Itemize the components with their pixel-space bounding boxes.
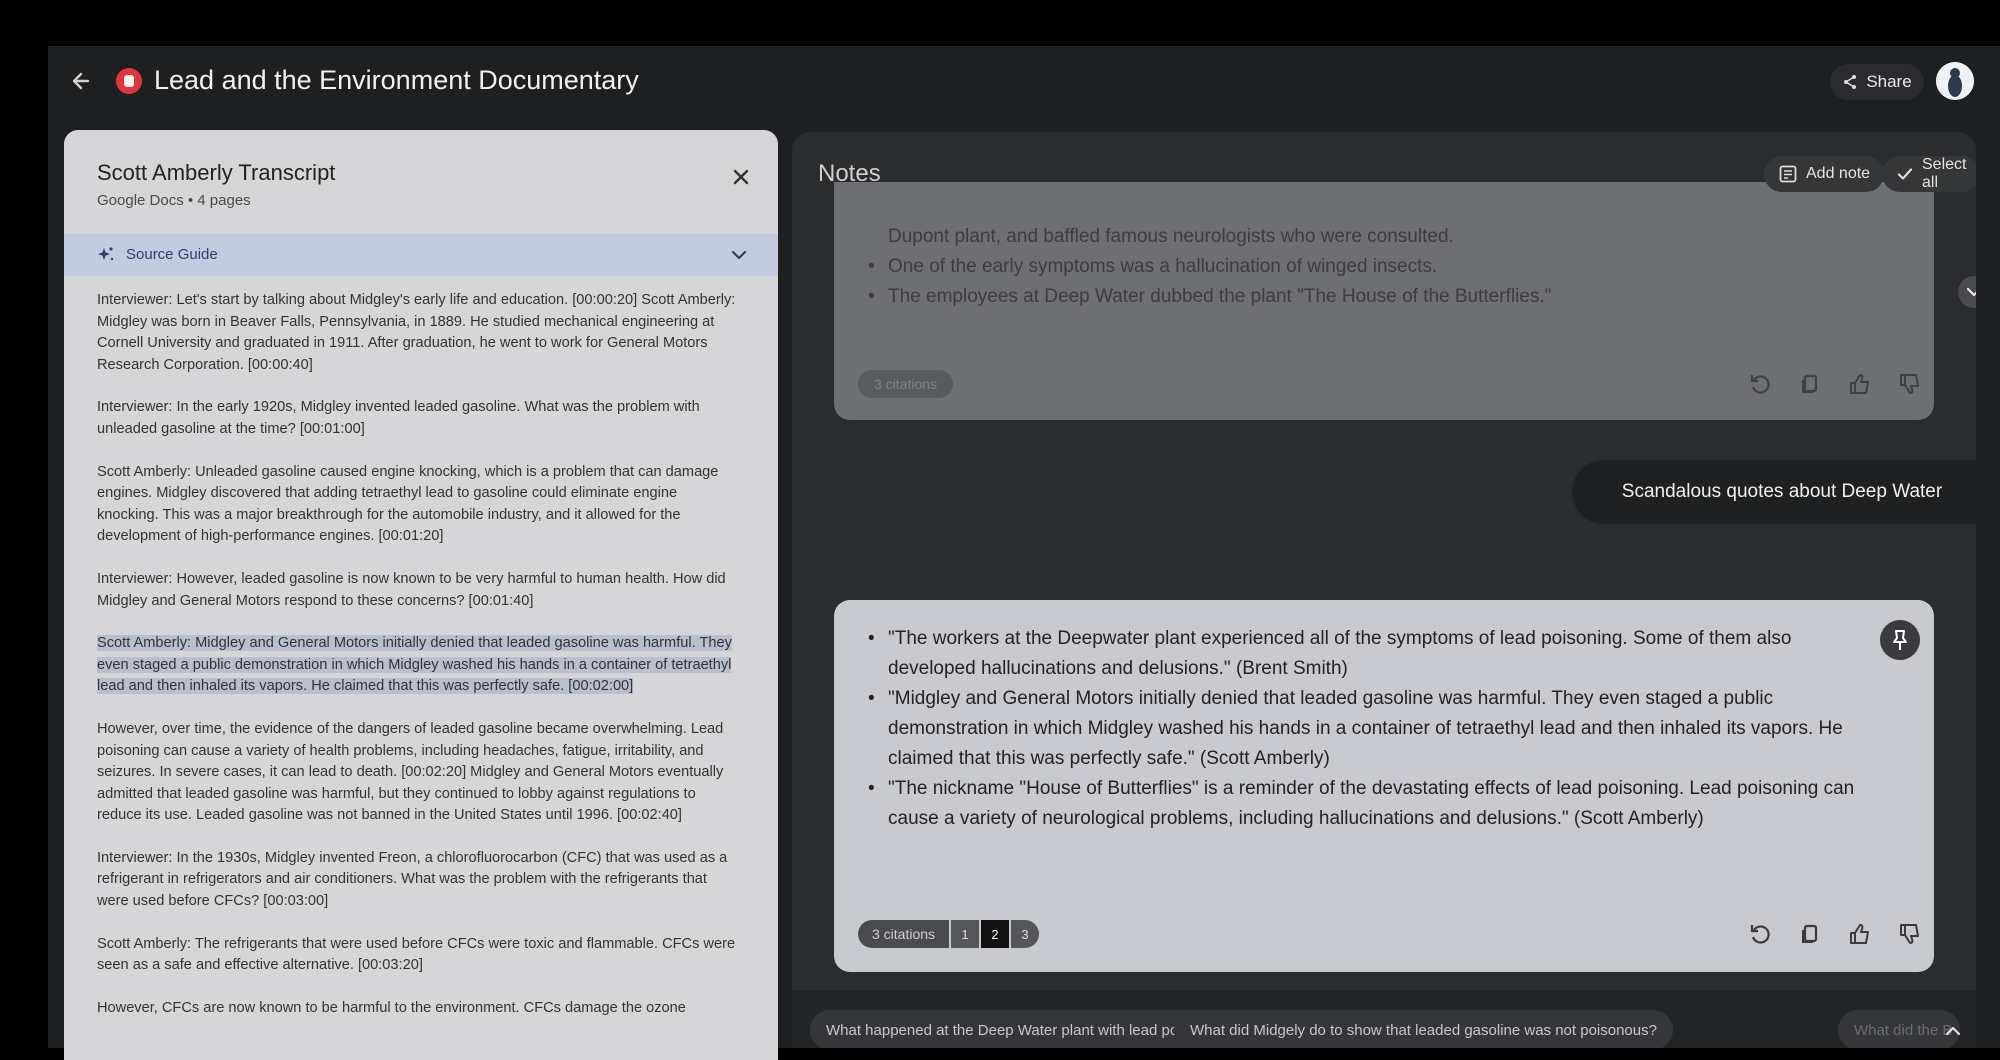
- select-all-label: Select all: [1922, 156, 1967, 191]
- note-card-active[interactable]: "The workers at the Deepwater plant expe…: [834, 600, 1934, 972]
- transcript-paragraph: Interviewer: In the 1930s, Midgley inven…: [97, 849, 728, 910]
- source-title: Scott Amberly Transcript: [97, 160, 336, 185]
- transcript-paragraph: However, over time, the evidence of the …: [97, 720, 724, 824]
- note-card[interactable]: Dupont plant, and baffled famous neurolo…: [834, 182, 1934, 420]
- note-bullet: "The workers at the Deepwater plant expe…: [868, 624, 1858, 684]
- user-query-bubble: Scandalous quotes about Deep Water: [1572, 460, 1976, 524]
- pin-icon[interactable]: [1880, 620, 1920, 660]
- source-guide-toggle[interactable]: Source Guide: [64, 234, 778, 276]
- suggestion-bar: What happened at the Deep Water plant wi…: [792, 990, 1976, 1048]
- suggestion-chip[interactable]: What did Midgely do to show that leaded …: [1174, 1010, 1673, 1048]
- note-line: Dupont plant, and baffled famous neurolo…: [888, 226, 1454, 247]
- chevron-down-icon: [728, 244, 750, 266]
- note-actions: [1746, 920, 1924, 948]
- citations-pill[interactable]: 3 citations: [858, 920, 950, 948]
- thumbs-up-icon[interactable]: [1846, 370, 1874, 398]
- citations-row: 3 citations 1 2 3: [858, 920, 1040, 948]
- share-icon: [1842, 74, 1858, 90]
- note-list: "The workers at the Deepwater plant expe…: [868, 624, 1858, 834]
- source-panel: Scott Amberly Transcript Google Docs • 4…: [64, 130, 778, 1060]
- share-button[interactable]: Share: [1830, 64, 1924, 100]
- app-window: Lead and the Environment Documentary Sha…: [48, 46, 2000, 1060]
- transcript-paragraph: Scott Amberly: The refrigerants that wer…: [97, 935, 736, 974]
- transcript-paragraph: Interviewer: Let's start by talking abou…: [97, 292, 736, 373]
- checkmark-icon: [1896, 165, 1914, 183]
- sparkle-icon: [97, 246, 115, 264]
- highlighted-text: Scott Amberly: Midgley and General Motor…: [97, 635, 732, 695]
- note-list: Dupont plant, and baffled famous neurolo…: [868, 222, 1878, 312]
- citation-number[interactable]: 1: [951, 920, 980, 948]
- page-title: Lead and the Environment Documentary: [154, 65, 639, 95]
- regenerate-icon[interactable]: [1746, 920, 1774, 948]
- transcript-paragraph-highlighted[interactable]: Scott Amberly: Midgley and General Motor…: [97, 633, 742, 698]
- transcript-body: Interviewer: Let's start by talking abou…: [97, 290, 742, 1040]
- transcript-paragraph: Interviewer: In the early 1920s, Midgley…: [97, 399, 700, 437]
- transcript-paragraph: Scott Amberly: Unleaded gasoline caused …: [97, 463, 719, 545]
- thumbs-down-icon[interactable]: [1896, 370, 1924, 398]
- source-guide-label: Source Guide: [126, 246, 218, 263]
- notes-title: Notes: [818, 160, 881, 187]
- thumbs-down-icon[interactable]: [1896, 920, 1924, 948]
- top-bar: Lead and the Environment Documentary Sha…: [48, 46, 2000, 116]
- copy-icon[interactable]: [1796, 370, 1824, 398]
- chevron-up-icon[interactable]: [1942, 1020, 1964, 1042]
- add-note-button[interactable]: Add note: [1764, 156, 1885, 192]
- note-bullet: "The nickname "House of Butterflies" is …: [868, 774, 1858, 834]
- note-actions: [1746, 370, 1924, 398]
- copy-icon[interactable]: [1796, 920, 1824, 948]
- select-all-button[interactable]: Select all: [1882, 156, 1976, 192]
- transcript-paragraph: Interviewer: However, leaded gasoline is…: [97, 570, 726, 609]
- citations-pill[interactable]: 3 citations: [858, 370, 954, 398]
- back-icon[interactable]: [66, 66, 96, 96]
- thumbs-up-icon[interactable]: [1846, 920, 1874, 948]
- notebook-logo-icon: [116, 68, 142, 94]
- scroll-down-icon[interactable]: [1958, 276, 1976, 308]
- citation-number[interactable]: 3: [1011, 920, 1040, 948]
- notes-panel: Dupont plant, and baffled famous neurolo…: [792, 132, 1976, 1048]
- close-icon[interactable]: [728, 164, 754, 190]
- note-bullet: The employees at Deep Water dubbed the p…: [868, 282, 1878, 312]
- note-add-icon: [1778, 164, 1798, 184]
- citation-number-active[interactable]: 2: [981, 920, 1010, 948]
- add-note-label: Add note: [1806, 165, 1871, 182]
- transcript-paragraph: However, CFCs are now known to be harmfu…: [97, 999, 686, 1016]
- source-meta: Google Docs • 4 pages: [97, 192, 251, 209]
- note-bullet: One of the early symptoms was a hallucin…: [868, 252, 1878, 282]
- regenerate-icon[interactable]: [1746, 370, 1774, 398]
- note-bullet: "Midgley and General Motors initially de…: [868, 684, 1858, 774]
- avatar[interactable]: [1936, 62, 1974, 100]
- share-label: Share: [1866, 72, 1912, 91]
